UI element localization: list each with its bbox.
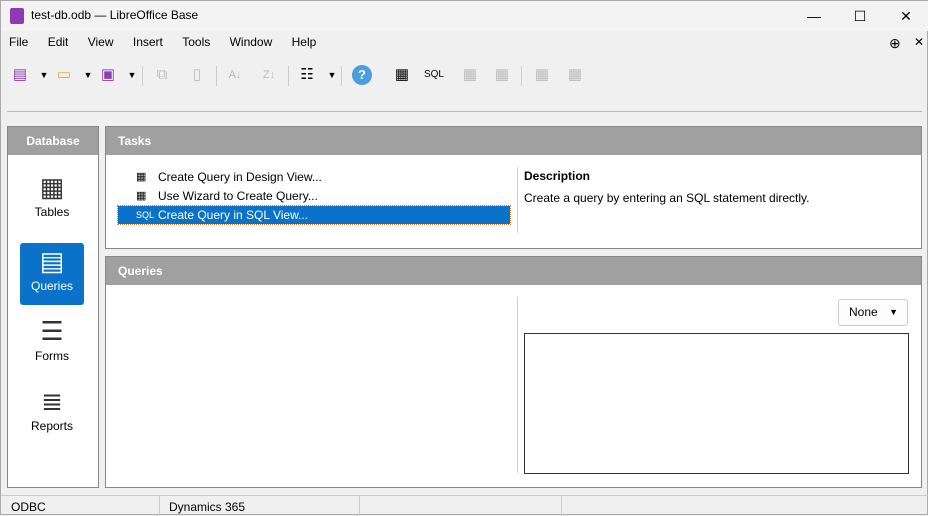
- save-dropdown-icon[interactable]: ▼: [121, 63, 143, 87]
- database-panel: Database ▦ Tables ▤ Queries ☰ Forms ≣ Report…: [7, 126, 99, 488]
- preview-select[interactable]: None ▼: [838, 299, 908, 326]
- form-icon: ☰: [40, 316, 64, 346]
- copy-icon[interactable]: ⧉: [151, 63, 173, 87]
- app-icon: [10, 8, 24, 24]
- menu-tools[interactable]: Tools: [182, 35, 210, 49]
- menu-view[interactable]: View: [88, 35, 114, 49]
- help-icon[interactable]: ?: [351, 63, 373, 87]
- menu-edit[interactable]: Edit: [48, 35, 69, 49]
- new-query-design-icon[interactable]: ▦: [391, 63, 413, 87]
- sort-descending-icon[interactable]: Z↓: [258, 63, 280, 87]
- divider: [517, 297, 518, 473]
- save-icon[interactable]: ▣: [97, 63, 119, 87]
- paste-icon[interactable]: ▯: [186, 63, 208, 87]
- queries-panel: Queries None ▼: [105, 256, 922, 488]
- task-label: Use Wizard to Create Query...: [158, 189, 318, 203]
- close-button[interactable]: ✕: [883, 1, 928, 31]
- sidebar-item-forms[interactable]: ☰ Forms: [20, 313, 84, 375]
- task-design-view[interactable]: ▦ Create Query in Design View...: [118, 168, 510, 186]
- design-view-icon: ▦: [136, 171, 147, 183]
- sidebar-item-reports[interactable]: ≣ Reports: [20, 383, 84, 445]
- new-query-sql-icon[interactable]: SQL: [423, 63, 445, 87]
- status-database-name: Dynamics 365: [169, 500, 246, 514]
- menu-window[interactable]: Window: [230, 35, 273, 49]
- preview-area: [524, 333, 909, 474]
- status-bar: ODBC Dynamics 365: [1, 495, 928, 516]
- open-query-icon[interactable]: ▦: [459, 63, 481, 87]
- status-connection-type: ODBC: [11, 500, 46, 514]
- task-sql-view[interactable]: SQL Create Query in SQL View...: [117, 205, 511, 225]
- open-dropdown-icon[interactable]: ▼: [77, 63, 99, 87]
- chevron-down-icon: ▼: [889, 307, 898, 317]
- description-text: Create a query by entering an SQL statem…: [524, 191, 810, 205]
- edit-query-icon[interactable]: ▦: [491, 63, 513, 87]
- report-icon: ≣: [41, 386, 63, 416]
- task-label: Create Query in Design View...: [158, 170, 322, 184]
- preview-select-value: None: [849, 305, 878, 319]
- wizard-icon: ▦: [136, 190, 147, 202]
- menu-bar: File Edit View Insert Tools Window Help …: [1, 35, 928, 55]
- new-dropdown-icon[interactable]: ▼: [33, 63, 55, 87]
- sidebar-item-label: Queries: [30, 279, 74, 293]
- database-header: Database: [8, 127, 98, 155]
- queries-header: Queries: [106, 257, 921, 285]
- form-dropdown-icon[interactable]: ▼: [321, 63, 343, 87]
- sql-icon: SQL: [136, 210, 155, 220]
- tasks-header: Tasks: [106, 127, 921, 155]
- rename-query-icon[interactable]: ▦: [564, 63, 586, 87]
- toolbar: ▤ ▼ ▭ ▼ ▣ ▼ ⧉ ▯ A↓ Z↓ ☷ ▼ ? ▦ SQL ▦ ▦ ▦ …: [1, 63, 928, 91]
- globe-icon[interactable]: ⊕: [889, 35, 901, 52]
- new-document-icon[interactable]: ▤: [9, 63, 31, 87]
- open-folder-icon[interactable]: ▭: [53, 63, 75, 87]
- minimize-button[interactable]: —: [791, 1, 837, 31]
- menu-file[interactable]: File: [9, 35, 28, 49]
- sort-ascending-icon[interactable]: A↓: [224, 63, 246, 87]
- menu-help[interactable]: Help: [292, 35, 317, 49]
- sidebar-item-tables[interactable]: ▦ Tables: [20, 169, 84, 231]
- sidebar-item-label: Reports: [30, 419, 74, 433]
- title-bar: test-db.odb — LibreOffice Base — ☐ ✕: [1, 1, 928, 31]
- task-label: Create Query in SQL View...: [158, 208, 309, 222]
- tasks-panel: Tasks ▦ Create Query in Design View... ▦ U…: [105, 126, 922, 249]
- window-title: test-db.odb — LibreOffice Base: [31, 8, 199, 22]
- form-icon[interactable]: ☷: [296, 63, 318, 87]
- close-document-icon[interactable]: ✕: [914, 35, 924, 49]
- sidebar-item-label: Tables: [34, 205, 70, 219]
- description-title: Description: [524, 169, 591, 183]
- divider: [7, 111, 922, 112]
- sidebar-item-label: Forms: [35, 349, 69, 363]
- table-icon: ▦: [39, 172, 65, 202]
- query-icon: ▤: [39, 246, 65, 276]
- divider: [517, 167, 518, 233]
- sidebar-item-queries[interactable]: ▤ Queries: [20, 243, 84, 305]
- task-wizard[interactable]: ▦ Use Wizard to Create Query...: [118, 187, 510, 205]
- menu-insert[interactable]: Insert: [133, 35, 163, 49]
- maximize-button[interactable]: ☐: [837, 1, 883, 31]
- delete-query-icon[interactable]: ▦: [531, 63, 553, 87]
